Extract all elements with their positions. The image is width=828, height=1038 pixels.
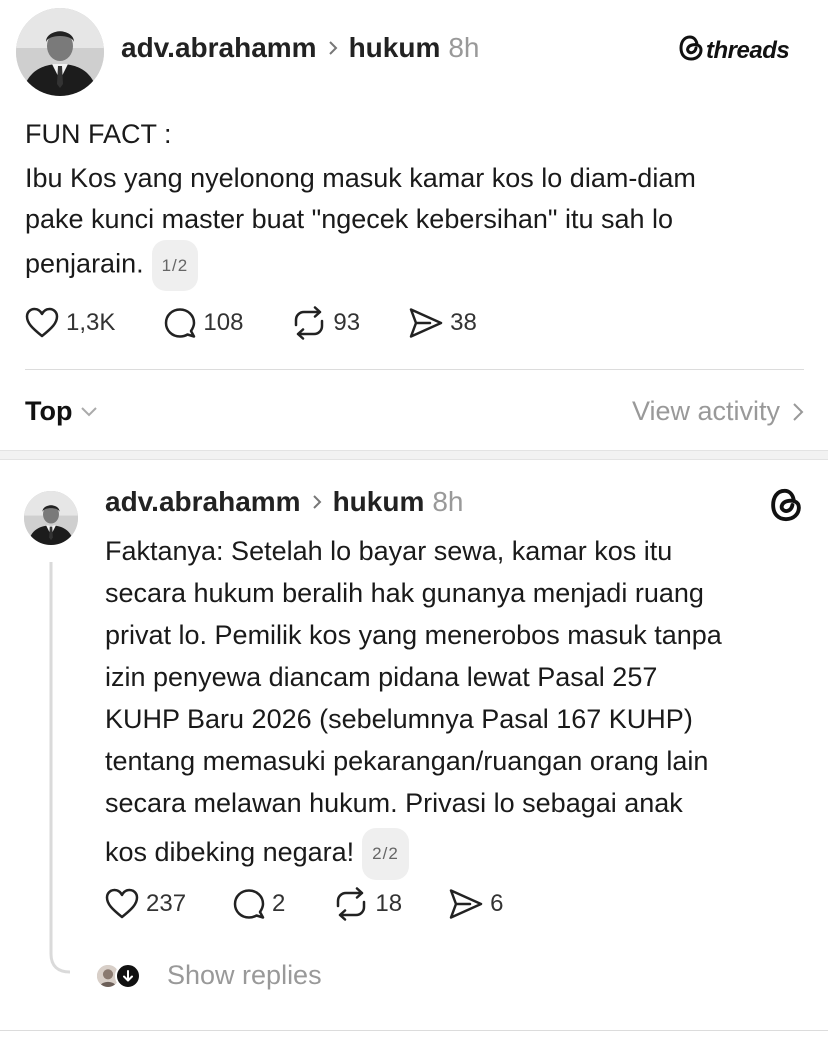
view-activity-link[interactable]: View activity bbox=[632, 396, 804, 427]
post-header: adv.abrahamm hukum 8h bbox=[121, 32, 480, 64]
share-count: 6 bbox=[490, 890, 504, 917]
share-icon bbox=[408, 306, 444, 340]
sort-label: Top bbox=[25, 396, 73, 426]
repost-button[interactable]: 93 bbox=[291, 306, 360, 340]
reply-line: tentang memasuki pekarangan/ruangan oran… bbox=[105, 746, 709, 776]
repost-icon bbox=[291, 306, 327, 340]
brand-label: threads bbox=[706, 36, 790, 64]
topic-tag[interactable]: hukum bbox=[349, 32, 441, 64]
comment-icon bbox=[232, 887, 266, 921]
share-button[interactable]: 38 bbox=[408, 306, 477, 340]
show-replies-row[interactable]: Show replies bbox=[95, 960, 322, 991]
page-indicator: 2/2 bbox=[362, 828, 409, 880]
comment-count: 2 bbox=[272, 890, 286, 917]
reply-author-avatar[interactable] bbox=[24, 491, 78, 545]
share-icon bbox=[448, 887, 484, 921]
threads-logo-icon bbox=[769, 487, 803, 528]
author-avatar[interactable] bbox=[16, 8, 104, 96]
share-button[interactable]: 6 bbox=[448, 887, 503, 921]
comment-button[interactable]: 108 bbox=[163, 306, 243, 340]
heart-icon bbox=[104, 887, 140, 921]
chevron-right-icon bbox=[311, 493, 323, 511]
post-line: FUN FACT : bbox=[25, 119, 172, 149]
reply-time: 8h bbox=[432, 486, 464, 517]
comment-count: 108 bbox=[203, 309, 244, 336]
heart-icon bbox=[24, 306, 60, 340]
threads-brand: threads bbox=[678, 34, 790, 67]
topic-tag[interactable]: hukum bbox=[333, 486, 425, 518]
repost-count: 18 bbox=[375, 890, 403, 917]
like-count: 237 bbox=[146, 890, 187, 917]
reply-line: Faktanya: Setelah lo bayar sewa, kamar k… bbox=[105, 536, 673, 566]
reply-line-last: kos dibeking negara! 2/2 bbox=[105, 828, 722, 880]
arrow-down-icon bbox=[115, 962, 141, 989]
repost-count: 93 bbox=[333, 309, 361, 336]
post-time: 8h bbox=[448, 32, 480, 63]
comment-icon bbox=[163, 306, 197, 340]
section-separator bbox=[0, 450, 828, 460]
reply-header: adv.abrahamm hukum 8h bbox=[105, 486, 464, 518]
chevron-right-icon bbox=[327, 39, 339, 57]
post-line: Ibu Kos yang nyelonong masuk kamar kos l… bbox=[25, 163, 696, 193]
threads-logo-icon bbox=[678, 34, 704, 67]
reply-line: izin penyewa diancam pidana lewat Pasal … bbox=[105, 662, 658, 692]
post-line-text: penjarain. bbox=[25, 248, 144, 279]
like-count: 1,3K bbox=[66, 309, 116, 336]
post-body: FUN FACT : Ibu Kos yang nyelonong masuk … bbox=[25, 114, 696, 291]
author-username[interactable]: adv.abrahamm bbox=[121, 32, 317, 64]
share-count: 38 bbox=[450, 309, 477, 336]
post-line-last: penjarain. 1/2 bbox=[25, 240, 696, 291]
post-actions: 1,3K 108 93 38 bbox=[24, 306, 477, 340]
like-button[interactable]: 237 bbox=[104, 887, 186, 921]
reply-line: privat lo. Pemilik kos yang menerobos ma… bbox=[105, 620, 722, 650]
reply-line: KUHP Baru 2026 (sebelumnya Pasal 167 KUH… bbox=[105, 704, 693, 734]
chevron-right-icon bbox=[793, 402, 804, 421]
show-replies-link[interactable]: Show replies bbox=[167, 960, 322, 991]
reply-line: secara hukum beralih hak gunanya menjadi… bbox=[105, 578, 704, 608]
comment-button[interactable]: 2 bbox=[232, 887, 285, 921]
section-divider bbox=[25, 369, 804, 370]
thread-line bbox=[49, 562, 71, 974]
sort-dropdown[interactable]: Top bbox=[25, 396, 98, 427]
post-line: pake kunci master buat "ngecek kebersiha… bbox=[25, 204, 674, 234]
repost-button[interactable]: 18 bbox=[333, 887, 402, 921]
page-indicator: 1/2 bbox=[151, 240, 199, 291]
view-activity-label: View activity bbox=[631, 396, 780, 426]
reply-body: Faktanya: Setelah lo bayar sewa, kamar k… bbox=[105, 530, 722, 880]
like-button[interactable]: 1,3K bbox=[24, 306, 115, 340]
reply-actions: 237 2 18 6 bbox=[104, 887, 503, 921]
reply-author-username[interactable]: adv.abrahamm bbox=[105, 486, 301, 518]
repost-icon bbox=[333, 887, 369, 921]
reply-line: secara melawan hukum. Privasi lo sebagai… bbox=[105, 788, 683, 818]
reply-line-text: kos dibeking negara! bbox=[105, 837, 355, 868]
chevron-down-icon bbox=[80, 406, 98, 418]
bottom-divider bbox=[0, 1030, 828, 1031]
